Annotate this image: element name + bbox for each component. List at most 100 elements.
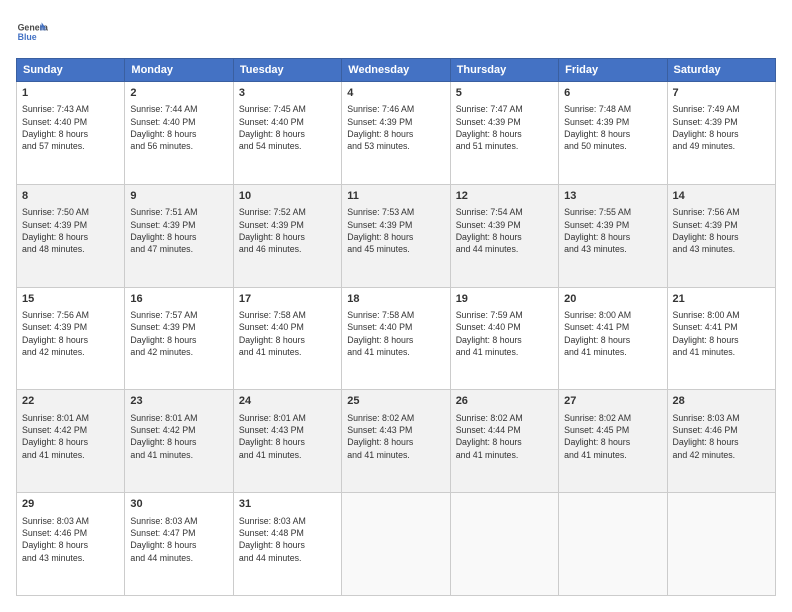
table-row: 22 Sunrise: 8:01 AM Sunset: 4:42 PM Dayli… <box>17 390 125 493</box>
table-row <box>667 493 775 596</box>
calendar-header-row: Sunday Monday Tuesday Wednesday Thursday… <box>17 59 776 82</box>
day-number: 7 <box>673 86 770 101</box>
day-info: Sunrise: 7:45 AM Sunset: 4:40 PM Dayligh… <box>239 103 336 152</box>
header: General Blue <box>16 16 776 48</box>
day-number: 8 <box>22 189 119 204</box>
day-info: Sunrise: 7:53 AM Sunset: 4:39 PM Dayligh… <box>347 206 444 255</box>
table-row: 30 Sunrise: 8:03 AM Sunset: 4:47 PM Dayli… <box>125 493 233 596</box>
table-row: 3 Sunrise: 7:45 AM Sunset: 4:40 PM Daylig… <box>233 82 341 185</box>
day-number: 20 <box>564 292 661 307</box>
day-info: Sunrise: 7:51 AM Sunset: 4:39 PM Dayligh… <box>130 206 227 255</box>
day-info: Sunrise: 7:50 AM Sunset: 4:39 PM Dayligh… <box>22 206 119 255</box>
day-number: 3 <box>239 86 336 101</box>
table-row: 31Sunrise: 8:03 AM Sunset: 4:48 PM Dayli… <box>233 493 341 596</box>
day-number: 22 <box>22 394 119 409</box>
table-row <box>342 493 450 596</box>
day-info: Sunrise: 7:52 AM Sunset: 4:39 PM Dayligh… <box>239 206 336 255</box>
table-row: 1 Sunrise: 7:43 AM Sunset: 4:40 PM Daylig… <box>17 82 125 185</box>
day-info: Sunrise: 8:02 AM Sunset: 4:45 PM Dayligh… <box>564 412 661 461</box>
day-number: 15 <box>22 292 119 307</box>
day-number: 12 <box>456 189 553 204</box>
day-info: Sunrise: 8:01 AM Sunset: 4:42 PM Dayligh… <box>22 412 119 461</box>
col-monday: Monday <box>125 59 233 82</box>
col-sunday: Sunday <box>17 59 125 82</box>
table-row: 13 Sunrise: 7:55 AM Sunset: 4:39 PM Dayli… <box>559 184 667 287</box>
day-info: Sunrise: 7:57 AM Sunset: 4:39 PM Dayligh… <box>130 309 227 358</box>
day-number: 23 <box>130 394 227 409</box>
calendar-table: Sunday Monday Tuesday Wednesday Thursday… <box>16 58 776 596</box>
table-row: 7 Sunrise: 7:49 AM Sunset: 4:39 PM Daylig… <box>667 82 775 185</box>
table-row: 29 Sunrise: 8:03 AM Sunset: 4:46 PM Dayli… <box>17 493 125 596</box>
day-info: Sunrise: 8:00 AM Sunset: 4:41 PM Dayligh… <box>564 309 661 358</box>
table-row: 5 Sunrise: 7:47 AM Sunset: 4:39 PM Daylig… <box>450 82 558 185</box>
day-info: Sunrise: 7:54 AM Sunset: 4:39 PM Dayligh… <box>456 206 553 255</box>
day-number: 5 <box>456 86 553 101</box>
table-row: 21Sunrise: 8:00 AM Sunset: 4:41 PM Dayli… <box>667 287 775 390</box>
day-info: Sunrise: 7:46 AM Sunset: 4:39 PM Dayligh… <box>347 103 444 152</box>
table-row: 12 Sunrise: 7:54 AM Sunset: 4:39 PM Dayli… <box>450 184 558 287</box>
table-row <box>559 493 667 596</box>
day-number: 19 <box>456 292 553 307</box>
day-number: 30 <box>130 497 227 512</box>
table-row: 25 Sunrise: 8:02 AM Sunset: 4:43 PM Dayli… <box>342 390 450 493</box>
table-row: 17 Sunrise: 7:58 AM Sunset: 4:40 PM Dayli… <box>233 287 341 390</box>
day-number: 2 <box>130 86 227 101</box>
table-row: 27 Sunrise: 8:02 AM Sunset: 4:45 PM Dayli… <box>559 390 667 493</box>
day-number: 18 <box>347 292 444 307</box>
table-row <box>450 493 558 596</box>
logo: General Blue <box>16 16 48 48</box>
day-number: 29 <box>22 497 119 512</box>
table-row: 15 Sunrise: 7:56 AM Sunset: 4:39 PM Dayli… <box>17 287 125 390</box>
day-info: Sunrise: 7:43 AM Sunset: 4:40 PM Dayligh… <box>22 103 119 152</box>
col-thursday: Thursday <box>450 59 558 82</box>
table-row: 23 Sunrise: 8:01 AM Sunset: 4:42 PM Dayli… <box>125 390 233 493</box>
day-info: Sunrise: 7:56 AM Sunset: 4:39 PM Dayligh… <box>673 206 770 255</box>
day-number: 27 <box>564 394 661 409</box>
day-info: Sunrise: 7:47 AM Sunset: 4:39 PM Dayligh… <box>456 103 553 152</box>
table-row: 18 Sunrise: 7:58 AM Sunset: 4:40 PM Dayli… <box>342 287 450 390</box>
table-row: 28Sunrise: 8:03 AM Sunset: 4:46 PM Dayli… <box>667 390 775 493</box>
day-info: Sunrise: 7:48 AM Sunset: 4:39 PM Dayligh… <box>564 103 661 152</box>
day-info: Sunrise: 8:02 AM Sunset: 4:43 PM Dayligh… <box>347 412 444 461</box>
day-info: Sunrise: 8:03 AM Sunset: 4:46 PM Dayligh… <box>22 515 119 564</box>
day-info: Sunrise: 7:58 AM Sunset: 4:40 PM Dayligh… <box>239 309 336 358</box>
table-row: 9 Sunrise: 7:51 AM Sunset: 4:39 PM Daylig… <box>125 184 233 287</box>
table-row: 26Sunrise: 8:02 AM Sunset: 4:44 PM Dayli… <box>450 390 558 493</box>
day-number: 6 <box>564 86 661 101</box>
day-number: 16 <box>130 292 227 307</box>
day-info: Sunrise: 7:56 AM Sunset: 4:39 PM Dayligh… <box>22 309 119 358</box>
table-row: 19 Sunrise: 7:59 AM Sunset: 4:40 PM Dayli… <box>450 287 558 390</box>
day-info: Sunrise: 8:03 AM Sunset: 4:47 PM Dayligh… <box>130 515 227 564</box>
table-row: 10 Sunrise: 7:52 AM Sunset: 4:39 PM Dayli… <box>233 184 341 287</box>
day-number: 10 <box>239 189 336 204</box>
table-row: 16 Sunrise: 7:57 AM Sunset: 4:39 PM Dayli… <box>125 287 233 390</box>
day-info: Sunrise: 8:02 AM Sunset: 4:44 PM Dayligh… <box>456 412 553 461</box>
day-info: Sunrise: 7:49 AM Sunset: 4:39 PM Dayligh… <box>673 103 770 152</box>
table-row: 2Sunrise: 7:44 AM Sunset: 4:40 PM Daylig… <box>125 82 233 185</box>
day-info: Sunrise: 8:01 AM Sunset: 4:42 PM Dayligh… <box>130 412 227 461</box>
day-number: 28 <box>673 394 770 409</box>
page: General Blue Sunday Monday Tuesday Wedne… <box>0 0 792 612</box>
col-tuesday: Tuesday <box>233 59 341 82</box>
table-row: 4 Sunrise: 7:46 AM Sunset: 4:39 PM Daylig… <box>342 82 450 185</box>
day-info: Sunrise: 8:01 AM Sunset: 4:43 PM Dayligh… <box>239 412 336 461</box>
day-info: Sunrise: 7:55 AM Sunset: 4:39 PM Dayligh… <box>564 206 661 255</box>
day-number: 25 <box>347 394 444 409</box>
day-info: Sunrise: 7:58 AM Sunset: 4:40 PM Dayligh… <box>347 309 444 358</box>
day-number: 1 <box>22 86 119 101</box>
day-number: 13 <box>564 189 661 204</box>
col-saturday: Saturday <box>667 59 775 82</box>
day-number: 14 <box>673 189 770 204</box>
day-info: Sunrise: 7:59 AM Sunset: 4:40 PM Dayligh… <box>456 309 553 358</box>
table-row: 6 Sunrise: 7:48 AM Sunset: 4:39 PM Daylig… <box>559 82 667 185</box>
table-row: 20 Sunrise: 8:00 AM Sunset: 4:41 PM Dayli… <box>559 287 667 390</box>
svg-text:Blue: Blue <box>18 32 37 42</box>
day-number: 4 <box>347 86 444 101</box>
table-row: 14 Sunrise: 7:56 AM Sunset: 4:39 PM Dayli… <box>667 184 775 287</box>
table-row: 8 Sunrise: 7:50 AM Sunset: 4:39 PM Daylig… <box>17 184 125 287</box>
day-info: Sunrise: 8:00 AM Sunset: 4:41 PM Dayligh… <box>673 309 770 358</box>
generalblue-logo-icon: General Blue <box>16 16 48 48</box>
day-number: 17 <box>239 292 336 307</box>
day-number: 24 <box>239 394 336 409</box>
day-number: 9 <box>130 189 227 204</box>
